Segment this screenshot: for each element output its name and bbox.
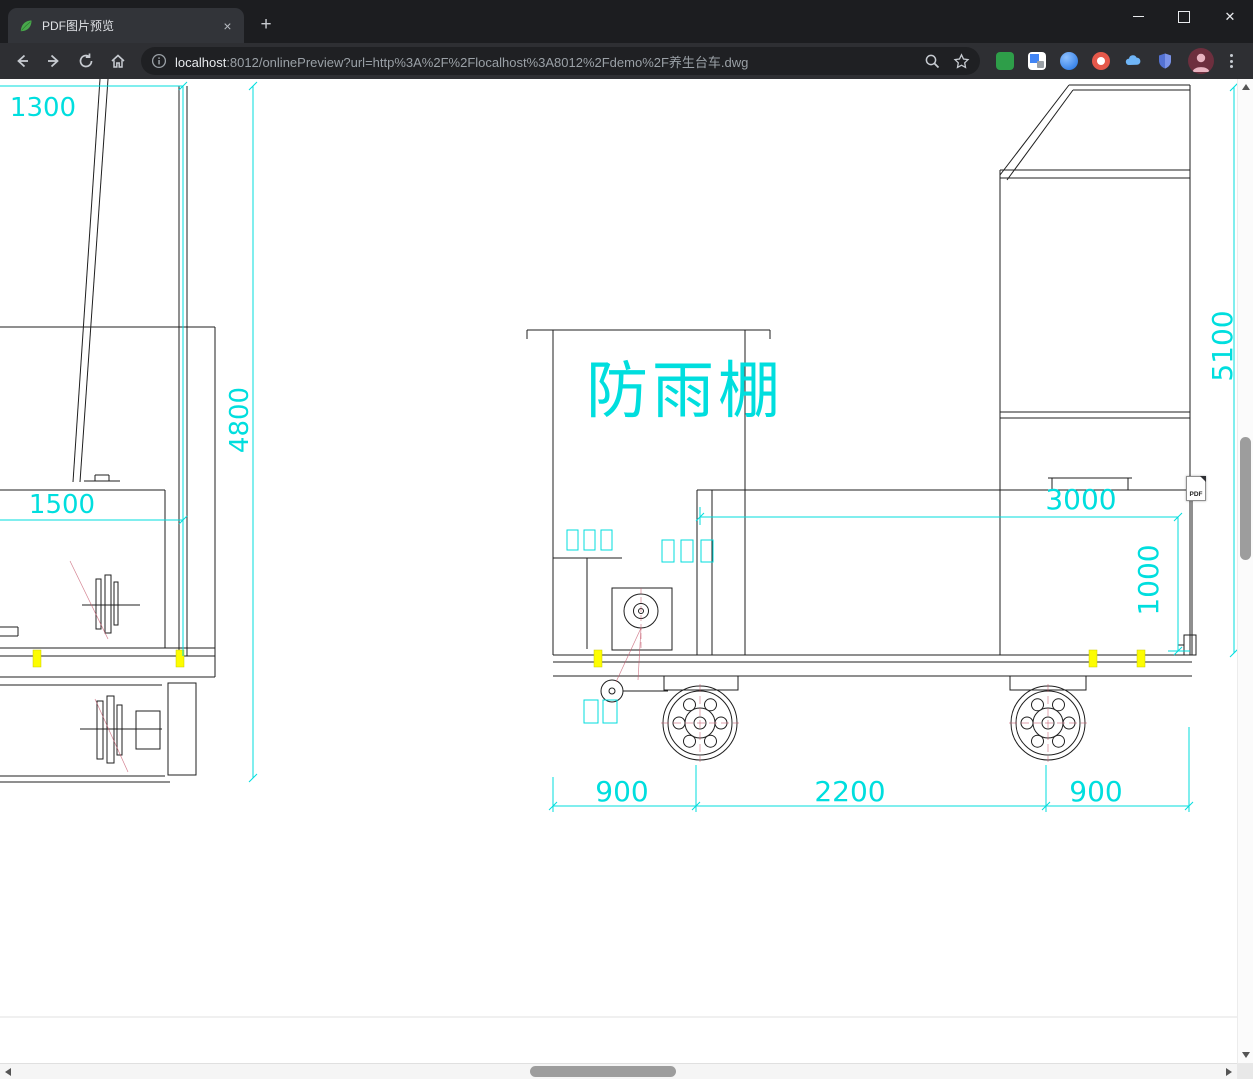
cad-centerlines (69, 560, 1087, 773)
scrollbar-corner (1237, 1063, 1253, 1079)
back-arrow-icon (17, 54, 28, 68)
url-path: :8012/onlinePreview?url=http%3A%2F%2Floc… (226, 54, 749, 70)
window-titlebar: PDF图片预览 × + ✕ (0, 0, 1253, 43)
extension-red-center (1097, 57, 1105, 65)
extension-red-icon[interactable] (1092, 52, 1110, 70)
dimension-label: 2200 (814, 775, 885, 808)
page-info-icon[interactable] (151, 53, 167, 69)
back-button[interactable] (7, 46, 37, 76)
extensions-area (988, 52, 1182, 70)
new-tab-button[interactable]: + (252, 11, 280, 39)
home-icon (111, 54, 125, 68)
dimension-label: 1300 (10, 93, 76, 123)
extension-translate-icon[interactable] (1028, 52, 1046, 70)
window-close-button[interactable]: ✕ (1207, 0, 1253, 33)
vertical-scrollbar[interactable] (1237, 79, 1253, 1063)
omnibox-actions (916, 52, 970, 70)
home-button[interactable] (103, 46, 133, 76)
cad-drawing: 1300 4800 1500 防雨棚 3000 1000 5100 900 22… (0, 79, 1237, 1018)
profile-avatar[interactable] (1188, 48, 1214, 74)
cad-dimension-labels: 1300 4800 1500 防雨棚 3000 1000 5100 900 22… (10, 93, 1237, 808)
window-maximize-button[interactable] (1161, 0, 1207, 33)
reload-button[interactable] (71, 46, 101, 76)
shelter-label: 防雨棚 (586, 354, 784, 427)
extension-shield-icon[interactable] (1156, 52, 1174, 70)
scroll-right-arrow-icon[interactable] (1226, 1068, 1232, 1076)
horizontal-scrollbar-thumb[interactable] (530, 1066, 676, 1077)
dwg-preview-page: 1300 4800 1500 防雨棚 3000 1000 5100 900 22… (0, 79, 1237, 1063)
dimension-label: 900 (1069, 775, 1122, 808)
url-text[interactable]: localhost:8012/onlinePreview?url=http%3A… (175, 52, 908, 71)
browser-tab[interactable]: PDF图片预览 × (8, 8, 244, 43)
translate-gray-square (1037, 61, 1044, 68)
zoom-icon[interactable] (924, 53, 941, 70)
dimension-label: 3000 (1045, 483, 1116, 516)
dimension-label: 1000 (1132, 544, 1165, 615)
cloud-icon (1125, 55, 1141, 65)
minimize-icon (1132, 16, 1144, 17)
url-bar[interactable]: localhost:8012/onlinePreview?url=http%3A… (141, 47, 980, 75)
scroll-up-arrow-icon[interactable] (1242, 84, 1250, 90)
tab-close-icon[interactable]: × (219, 17, 236, 34)
shield-icon (1159, 53, 1171, 69)
dimension-label: 4800 (225, 387, 255, 453)
browser-menu-icon[interactable] (1218, 48, 1244, 74)
cad-yellow-highlights (32, 649, 1146, 668)
scroll-left-arrow-icon[interactable] (5, 1068, 11, 1076)
pdf-file-icon[interactable]: PDF (1186, 476, 1206, 501)
extension-cloud-icon[interactable] (1124, 52, 1142, 70)
reload-icon (79, 53, 93, 68)
avatar-figure-icon (1192, 53, 1210, 72)
browser-toolbar: localhost:8012/onlinePreview?url=http%3A… (0, 43, 1253, 79)
tab-favicon-leaf-icon (20, 20, 32, 31)
tab-title: PDF图片预览 (42, 19, 115, 33)
maximize-icon (1178, 10, 1190, 23)
cad-dimension-lines (0, 81, 1237, 812)
forward-arrow-icon (48, 54, 59, 68)
forward-button[interactable] (39, 46, 69, 76)
extension-blue-sphere-icon[interactable] (1060, 52, 1078, 70)
window-controls: ✕ (1115, 0, 1253, 33)
extension-green-icon[interactable] (996, 52, 1014, 70)
dimension-label: 5100 (1206, 310, 1237, 381)
vertical-scrollbar-thumb[interactable] (1240, 437, 1251, 560)
page-content: 1300 4800 1500 防雨棚 3000 1000 5100 900 22… (0, 79, 1253, 1079)
url-host: localhost (175, 54, 227, 70)
scroll-down-arrow-icon[interactable] (1242, 1052, 1250, 1058)
dimension-label: 1500 (29, 490, 95, 520)
dimension-label: 900 (595, 775, 648, 808)
window-minimize-button[interactable] (1115, 0, 1161, 33)
horizontal-scrollbar[interactable] (0, 1063, 1237, 1079)
bookmark-star-icon[interactable] (953, 52, 970, 70)
